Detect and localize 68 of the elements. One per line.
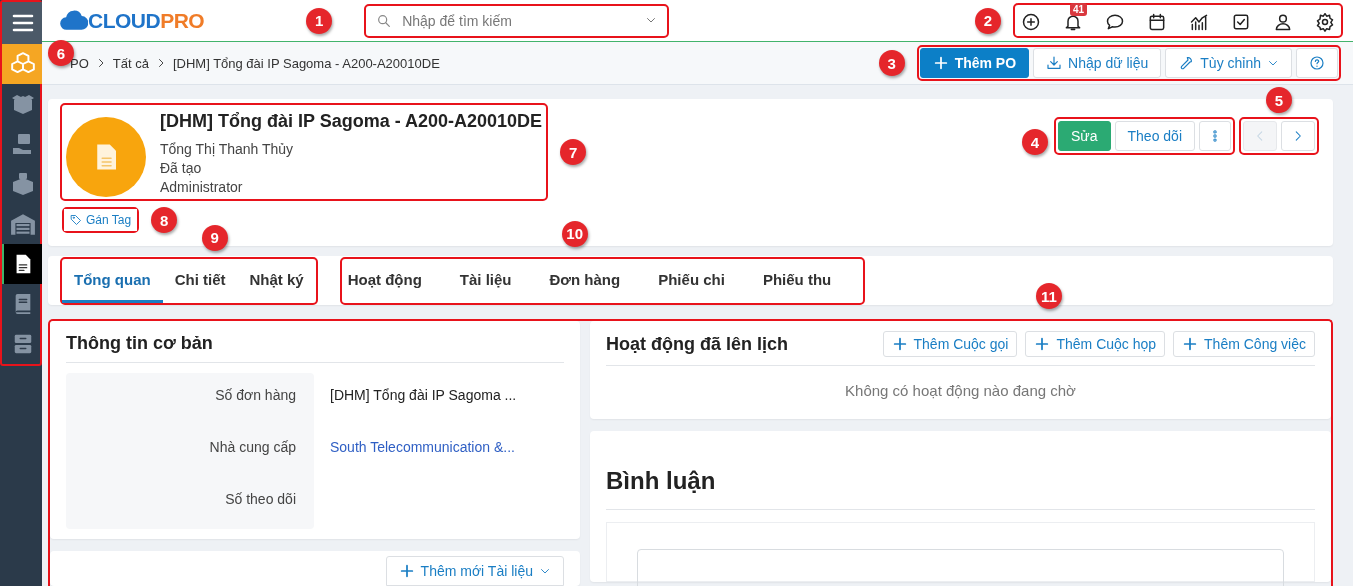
add-activity-button[interactable]: Thêm Cuộc gọi xyxy=(882,331,1018,357)
notification-badge: 41 xyxy=(1070,3,1088,16)
record-title: [DHM] Tổng đài IP Sagoma - A200-A20010DE xyxy=(160,111,543,132)
plus-icon xyxy=(891,336,908,352)
section-title: Bình luận xyxy=(606,431,1315,510)
record-detail: Đã tạo xyxy=(160,159,203,178)
calendar-icon[interactable] xyxy=(1147,12,1167,32)
callout-number: 7 xyxy=(560,139,587,165)
menu-button[interactable] xyxy=(2,2,42,44)
field-label: Số theo dõi xyxy=(66,477,314,529)
tag-button[interactable]: Gán Tag xyxy=(64,209,138,231)
action-button[interactable]: Nhập dữ liệu xyxy=(1033,48,1162,78)
field-link[interactable]: South Telecommunication &... xyxy=(314,425,564,469)
search-input[interactable]: Nhập để tìm kiếm xyxy=(400,11,638,30)
field-label: Nhà cung cấp xyxy=(66,425,314,477)
help-button[interactable] xyxy=(1296,48,1338,78)
add-icon[interactable] xyxy=(1021,12,1041,32)
breadcrumb-link[interactable]: Tất cả xyxy=(112,55,149,71)
boxes-icon xyxy=(11,172,35,196)
callout-number: 5 xyxy=(1266,87,1292,113)
follow-button[interactable]: Theo dõi xyxy=(1114,121,1195,151)
comment-field[interactable] xyxy=(637,549,1284,586)
help-icon xyxy=(1309,55,1325,71)
search-icon xyxy=(376,12,393,29)
chat-icon[interactable] xyxy=(1105,12,1125,32)
tab[interactable]: Hoạt động xyxy=(341,258,440,303)
field-value: [DHM] Tổng đài IP Sagoma ... xyxy=(329,386,518,405)
tag-icon xyxy=(70,214,82,226)
search-field[interactable]: Nhập để tìm kiếm xyxy=(364,3,670,38)
tab[interactable]: Đơn hàng xyxy=(543,258,639,303)
checkbox-icon[interactable] xyxy=(1231,12,1251,32)
tab[interactable]: Tổng quan xyxy=(62,258,163,303)
field-label: Số đơn hàng xyxy=(66,373,314,425)
sidebar-item[interactable] xyxy=(2,244,42,284)
plus-icon xyxy=(398,563,415,579)
record-detail: Tổng Thị Thanh Thủy xyxy=(160,140,295,159)
add-activity-button[interactable]: Thêm Công việc xyxy=(1173,331,1315,357)
callout-number: 1 xyxy=(306,7,333,34)
dropdown-button[interactable]: Tùy chỉnh xyxy=(1165,48,1292,78)
callout-number: 8 xyxy=(151,207,178,233)
plus-icon xyxy=(932,55,949,71)
plus-icon xyxy=(1034,336,1051,352)
chart-icon[interactable] xyxy=(1189,12,1209,32)
box-icon xyxy=(11,92,35,116)
section-title: Hoạt động đã lên lịch xyxy=(606,333,789,355)
action-button[interactable]: Thêm PO xyxy=(919,48,1030,78)
wrench-icon xyxy=(1178,55,1195,71)
download-icon xyxy=(1046,55,1063,71)
tab[interactable]: Phiếu chi xyxy=(652,258,743,303)
callout-number: 2 xyxy=(975,7,1001,34)
breadcrumb-link[interactable]: [DHM] Tổng đài IP Sagoma - A200-A20010DE xyxy=(172,55,440,71)
tab[interactable]: Tài liệu xyxy=(453,258,530,303)
user-icon[interactable] xyxy=(1273,12,1293,32)
add-document-button[interactable]: Thêm mới Tài liệu xyxy=(385,556,564,586)
empty-message: Không có hoạt động nào đang chờ xyxy=(844,381,1077,401)
tab[interactable]: Phiếu thu xyxy=(756,258,850,303)
plus-icon xyxy=(1182,336,1199,352)
settings-icon[interactable] xyxy=(1315,12,1335,32)
more-button[interactable] xyxy=(1199,121,1231,151)
callout-number: 4 xyxy=(1022,129,1048,155)
logo: CLOUDPRO xyxy=(58,5,205,36)
section-title: Thông tin cơ bản xyxy=(66,321,564,363)
record-detail: Administrator xyxy=(160,178,244,197)
cabinet-icon xyxy=(12,333,34,355)
callout-number: 3 xyxy=(878,50,905,76)
tab[interactable]: Nhật ký xyxy=(237,258,316,303)
add-activity-button[interactable]: Thêm Cuộc họp xyxy=(1025,331,1166,357)
tab[interactable]: Chi tiết xyxy=(162,258,238,303)
